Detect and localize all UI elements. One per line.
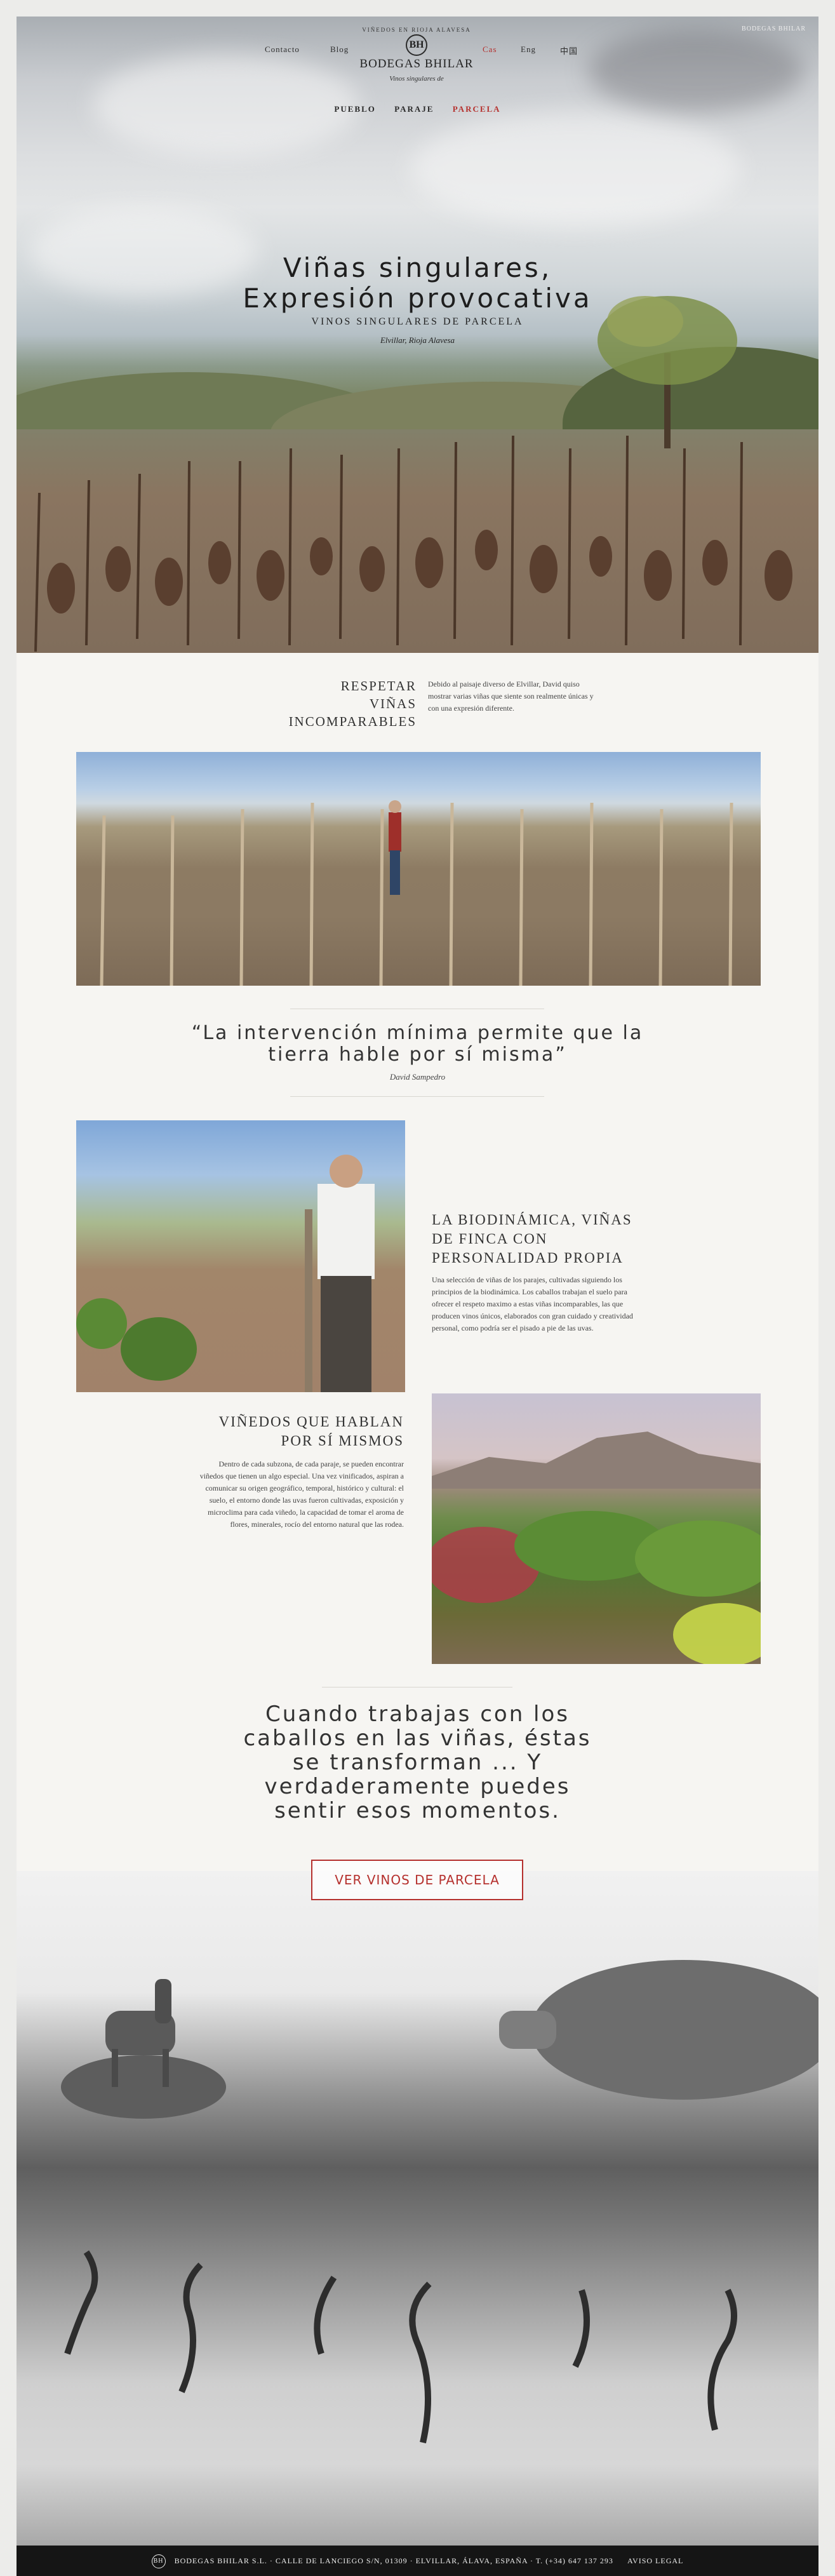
cloud: [410, 112, 740, 226]
logo-monogram: BH: [406, 34, 427, 56]
cloud: [588, 29, 804, 112]
nav-contacto-link[interactable]: Contacto: [265, 44, 300, 55]
hero-title-line2: Expresión provocativa: [243, 283, 592, 314]
hero-location: Elvillar, Rioja Alavesa: [380, 335, 455, 345]
cta-quote-line: se transforman ... Y: [292, 1750, 543, 1775]
cta-quote: Cuando trabajas con los caballos en las …: [17, 1702, 818, 1823]
heading-line: PERSONALIDAD PROPIA: [432, 1250, 624, 1266]
logo-tagline: Vinos singulares de: [389, 75, 444, 83]
hero-title: Viñas singulares, Expresión provocativa: [17, 253, 818, 314]
subnav-parcela[interactable]: PARCELA: [453, 104, 501, 114]
section-respetar-heading: RESPETAR VIÑAS INCOMPARABLES: [245, 677, 417, 730]
hero-section: BODEGAS BHILAR Contacto Blog Cas Eng 中国 …: [17, 17, 818, 653]
vinedos-paragraph: Dentro de cada subzona, de cada paraje, …: [199, 1459, 404, 1529]
top-right-label[interactable]: BODEGAS BHILAR: [742, 25, 806, 32]
heading-line: VIÑEDOS QUE HABLAN: [218, 1414, 404, 1430]
biodinamica-heading: LA BIODINÁMICA, VIÑAS DE FINCA CON PERSO…: [432, 1211, 648, 1268]
cta-quote-line: verdaderamente puedes: [264, 1774, 571, 1799]
brand-logo[interactable]: VIÑEDOS EN RIOJA ALAVESA BH BODEGAS BHIL…: [353, 27, 480, 83]
hero-title-line1: Viñas singulares,: [283, 252, 552, 283]
biodinamica-paragraph: Una selección de viñas de los parajes, c…: [432, 1275, 633, 1332]
sub-navigation: PUEBLO PARAJE PARCELA: [17, 104, 818, 114]
mountain-vineyard-photo: [432, 1393, 761, 1664]
worker-photo: [76, 1120, 405, 1392]
nav-blog-link[interactable]: Blog: [330, 44, 349, 55]
quote-line: “La intervención mínima permite que la: [191, 1022, 644, 1044]
heading-line: VIÑAS: [369, 696, 417, 711]
ver-vinos-button[interactable]: VER VINOS DE PARCELA: [311, 1860, 523, 1900]
quote-author: David Sampedro: [389, 1072, 446, 1082]
vineyard-photo: [76, 752, 761, 986]
heading-line: LA BIODINÁMICA, VIÑAS: [432, 1212, 632, 1228]
heading-line: POR SÍ MISMOS: [281, 1433, 404, 1449]
logo-arc-text: VIÑEDOS EN RIOJA ALAVESA: [362, 27, 471, 33]
nav-lang-cas[interactable]: Cas: [483, 44, 497, 55]
footer: BH BODEGAS BHILAR S.L. · CALLE DE LANCIE…: [17, 2546, 818, 2576]
heading-line: INCOMPARABLES: [288, 714, 417, 729]
subnav-paraje[interactable]: PARAJE: [394, 104, 434, 114]
logo-brand-name: BODEGAS BHILAR: [359, 57, 474, 70]
footer-monogram: BH: [151, 2554, 166, 2569]
hero-subtitle: VINOS SINGULARES DE PARCELA: [311, 316, 524, 327]
nav-lang-eng[interactable]: Eng: [521, 44, 536, 55]
subnav-pueblo[interactable]: PUEBLO: [334, 104, 375, 114]
cta-quote-line: sentir esos momentos.: [274, 1798, 561, 1823]
vinedos-heading: VIÑEDOS QUE HABLAN POR SÍ MISMOS: [163, 1412, 404, 1451]
footer-address: BODEGAS BHILAR S.L. · CALLE DE LANCIEGO …: [174, 2556, 613, 2565]
horses-landscape: [61, 1960, 818, 2444]
heading-line: RESPETAR: [340, 678, 417, 694]
quote-line: tierra hable por sí misma”: [268, 1043, 567, 1066]
heading-line: DE FINCA CON: [432, 1231, 548, 1247]
worker-figure: [76, 1155, 375, 1392]
mountain-vines: [432, 1432, 761, 1664]
vineyard-posts: [100, 800, 733, 986]
section-respetar-paragraph: Debido al paisaje diverso de Elvillar, D…: [428, 680, 594, 713]
divider: [290, 1096, 544, 1097]
page-frame: BODEGAS BHILAR Contacto Blog Cas Eng 中国 …: [17, 17, 818, 2576]
pull-quote: “La intervención mínima permite que la t…: [17, 1023, 818, 1066]
horses-bw-photo: [17, 1871, 818, 2546]
aviso-legal-link[interactable]: AVISO LEGAL: [627, 2556, 683, 2565]
cta-quote-line: Cuando trabajas con los: [265, 1701, 570, 1727]
cta-quote-line: caballos en las viñas, éstas: [243, 1726, 592, 1751]
nav-lang-zh[interactable]: 中国: [560, 44, 578, 57]
